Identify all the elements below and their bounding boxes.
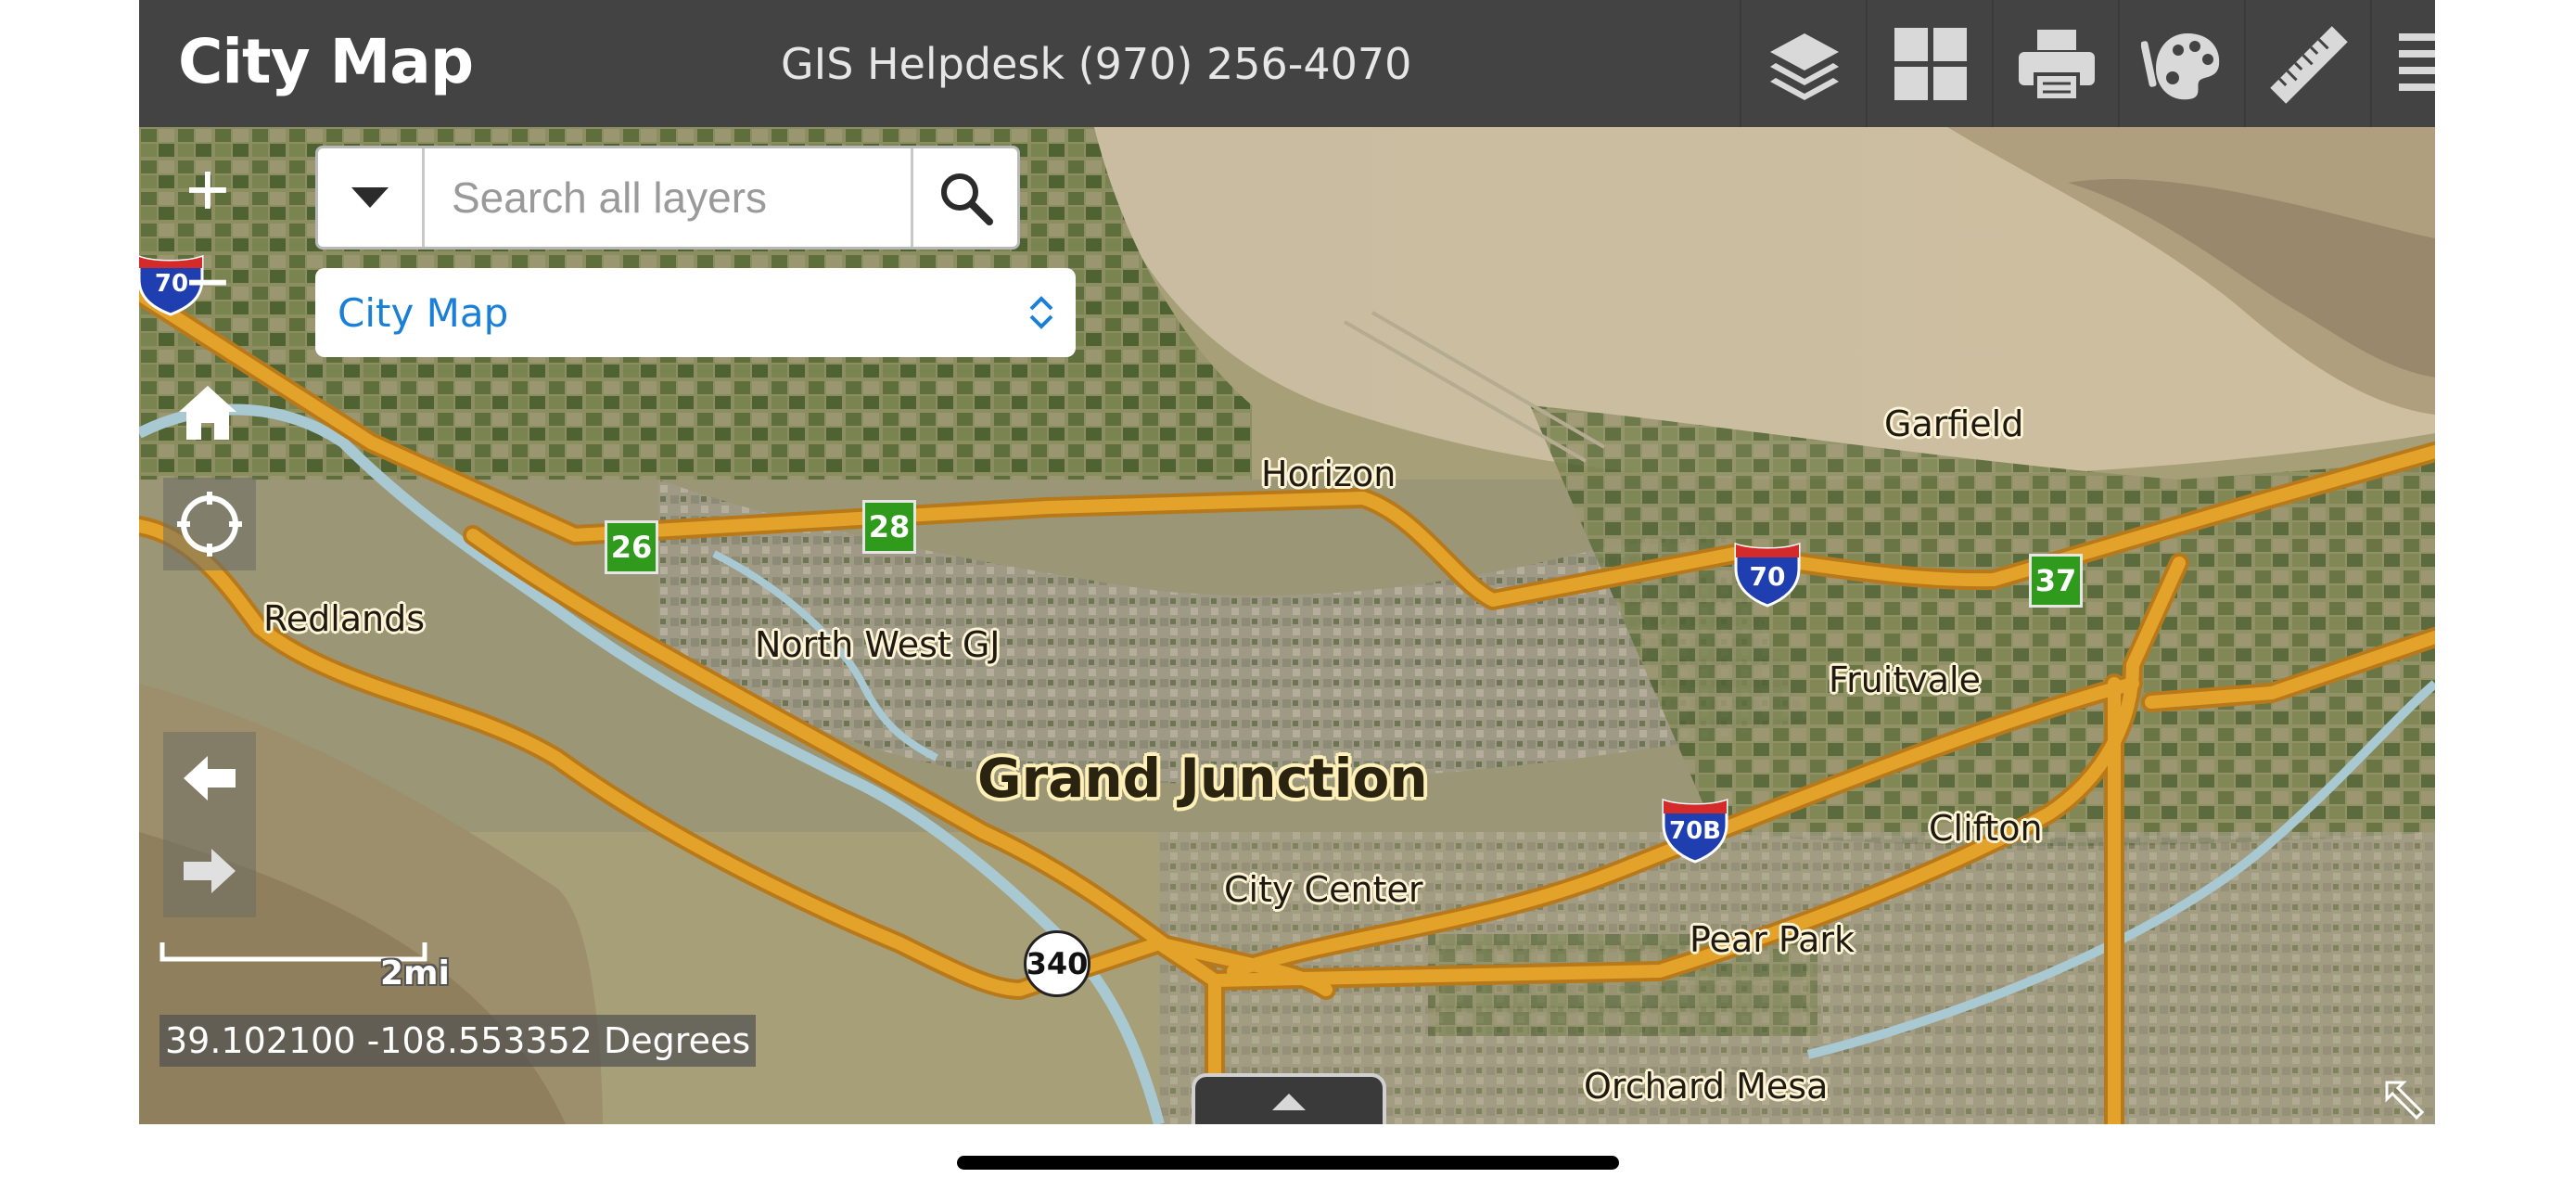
print-button[interactable] — [1992, 0, 2120, 127]
up-down-chevron-icon — [1029, 296, 1053, 329]
home-indicator[interactable] — [957, 1156, 1619, 1170]
app-window: City Map GIS Helpdesk (970) 256-4070 Hor… — [139, 0, 2435, 1124]
home-icon — [179, 386, 236, 440]
place-label-city-center: City Center — [1224, 869, 1423, 910]
app-title: City Map — [178, 26, 474, 97]
search-input[interactable] — [427, 156, 902, 239]
place-label-north-west-gj: North West GJ — [755, 624, 1001, 665]
draw-palette-icon — [2141, 32, 2220, 99]
scale-bar-label: 2mi — [380, 954, 450, 992]
interstate-shield-70b: 70B — [1660, 797, 1730, 864]
map-selector-value: City Map — [338, 290, 509, 336]
measure-button[interactable] — [2244, 0, 2372, 127]
interstate-shield-70: 70 — [1732, 541, 1803, 608]
locate-icon — [177, 492, 242, 557]
previous-extent-button[interactable] — [163, 732, 256, 825]
exit-shield-37: 37 — [2029, 554, 2083, 608]
search-icon — [941, 173, 993, 225]
measure-ruler-icon — [2270, 25, 2348, 104]
state-highway-340: 340 — [1024, 930, 1090, 997]
next-extent-button[interactable] — [163, 825, 256, 917]
arrow-left-icon — [184, 756, 236, 800]
place-label-garfield: Garfield — [1884, 403, 2024, 444]
layers-icon — [1770, 32, 1839, 100]
draw-button[interactable] — [2118, 0, 2246, 127]
app-header: City Map GIS Helpdesk (970) 256-4070 — [139, 0, 2435, 127]
expand-arrow-icon[interactable] — [2381, 1077, 2428, 1123]
place-label-clifton: Clifton — [1929, 808, 2043, 849]
plus-icon: + — [185, 147, 230, 232]
search-button[interactable] — [911, 148, 1017, 247]
print-icon — [2019, 29, 2095, 102]
search-widget — [315, 146, 1020, 250]
zoom-in-button[interactable]: + — [161, 144, 254, 237]
locate-button[interactable] — [163, 478, 256, 570]
map-view[interactable]: Horizon Garfield Redlands North West GJ … — [139, 127, 2435, 1124]
place-label-redlands: Redlands — [263, 598, 426, 639]
map-selector[interactable]: City Map — [315, 268, 1076, 357]
attribute-table-toggle[interactable] — [1192, 1073, 1386, 1124]
layers-button[interactable] — [1740, 0, 1868, 127]
legend-list-icon — [2399, 32, 2435, 91]
exit-shield-26: 26 — [605, 520, 658, 574]
basemap-gallery-icon — [1894, 27, 1967, 100]
search-source-dropdown[interactable] — [318, 148, 425, 247]
place-label-fruitvale: Fruitvale — [1829, 660, 1981, 700]
place-label-horizon: Horizon — [1261, 454, 1396, 494]
place-label-pear-park: Pear Park — [1690, 919, 1855, 960]
coordinate-readout: 39.102100 -108.553352 Degrees — [159, 1015, 757, 1067]
chevron-up-icon — [1272, 1094, 1306, 1110]
helpdesk-phone[interactable]: GIS Helpdesk (970) 256-4070 — [781, 39, 1411, 89]
place-label-grand-junction: Grand Junction — [977, 747, 1428, 810]
basemap-gallery-button[interactable] — [1866, 0, 1994, 127]
minus-icon: − — [185, 240, 230, 325]
chevron-down-icon — [351, 187, 389, 208]
place-label-orchard-mesa: Orchard Mesa — [1584, 1066, 1829, 1107]
arrow-right-icon — [184, 849, 236, 893]
home-button[interactable] — [161, 366, 254, 459]
zoom-out-button[interactable]: − — [161, 237, 254, 329]
exit-shield-28: 28 — [862, 500, 916, 554]
legend-button[interactable] — [2370, 0, 2435, 127]
